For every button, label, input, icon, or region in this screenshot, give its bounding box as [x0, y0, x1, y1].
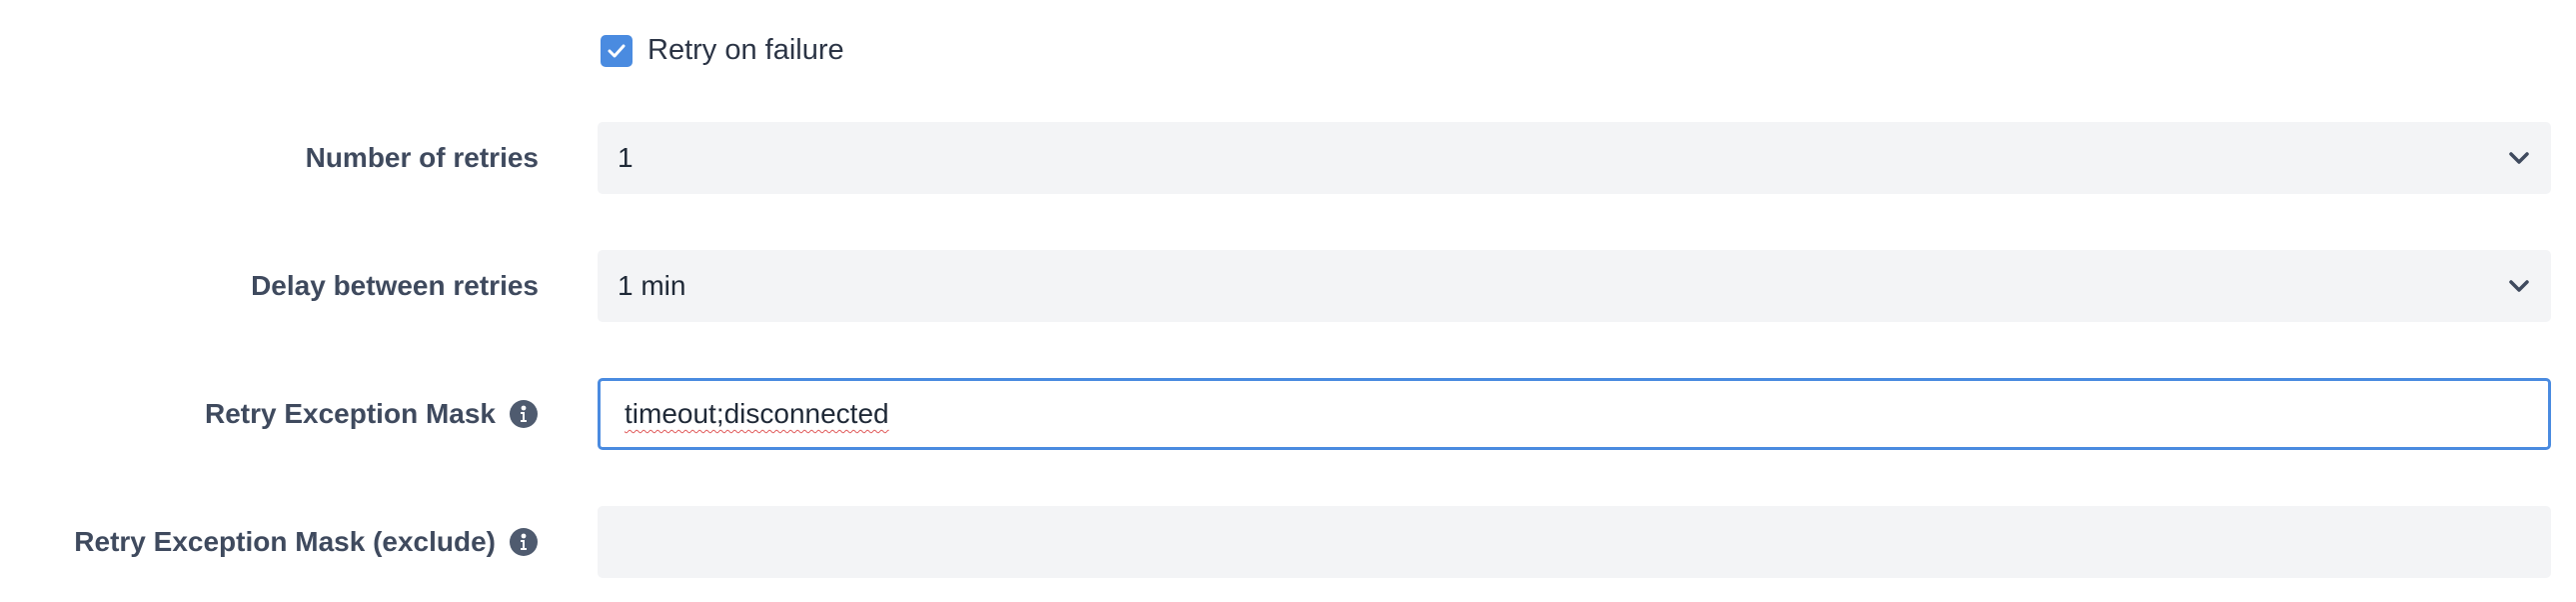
number-of-retries-value: 1 — [618, 142, 634, 173]
number-of-retries-label: Number of retries — [305, 142, 539, 173]
info-icon[interactable] — [510, 400, 538, 428]
chevron-down-icon — [2505, 144, 2533, 172]
info-icon[interactable] — [510, 528, 538, 556]
retry-on-failure-checkbox[interactable] — [601, 34, 633, 67]
retry-exception-mask-input[interactable]: timeout;disconnected — [598, 378, 2551, 450]
retry-exception-mask-exclude-row: Retry Exception Mask (exclude) — [0, 506, 2576, 578]
retry-exception-mask-value: timeout;disconnected — [625, 398, 889, 429]
delay-between-retries-row: Delay between retries 1 min — [0, 250, 2576, 322]
retry-exception-mask-exclude-label: Retry Exception Mask (exclude) — [74, 526, 538, 558]
retry-exception-mask-label: Retry Exception Mask — [205, 398, 538, 430]
number-of-retries-select[interactable]: 1 — [598, 122, 2551, 194]
retry-exception-mask-row: Retry Exception Mask timeout;disconnecte… — [0, 378, 2576, 450]
retry-exception-mask-exclude-input[interactable] — [598, 506, 2551, 578]
delay-between-retries-label: Delay between retries — [251, 270, 539, 301]
check-icon — [608, 44, 626, 57]
delay-between-retries-select[interactable]: 1 min — [598, 250, 2551, 322]
retry-on-failure-option[interactable]: Retry on failure — [601, 34, 844, 67]
delay-between-retries-value: 1 min — [618, 270, 686, 301]
chevron-down-icon — [2505, 272, 2533, 300]
retry-settings-form: Retry on failure Number of retries 1 Del… — [0, 0, 2576, 602]
retry-on-failure-label: Retry on failure — [647, 34, 844, 66]
number-of-retries-row: Number of retries 1 — [0, 122, 2576, 194]
